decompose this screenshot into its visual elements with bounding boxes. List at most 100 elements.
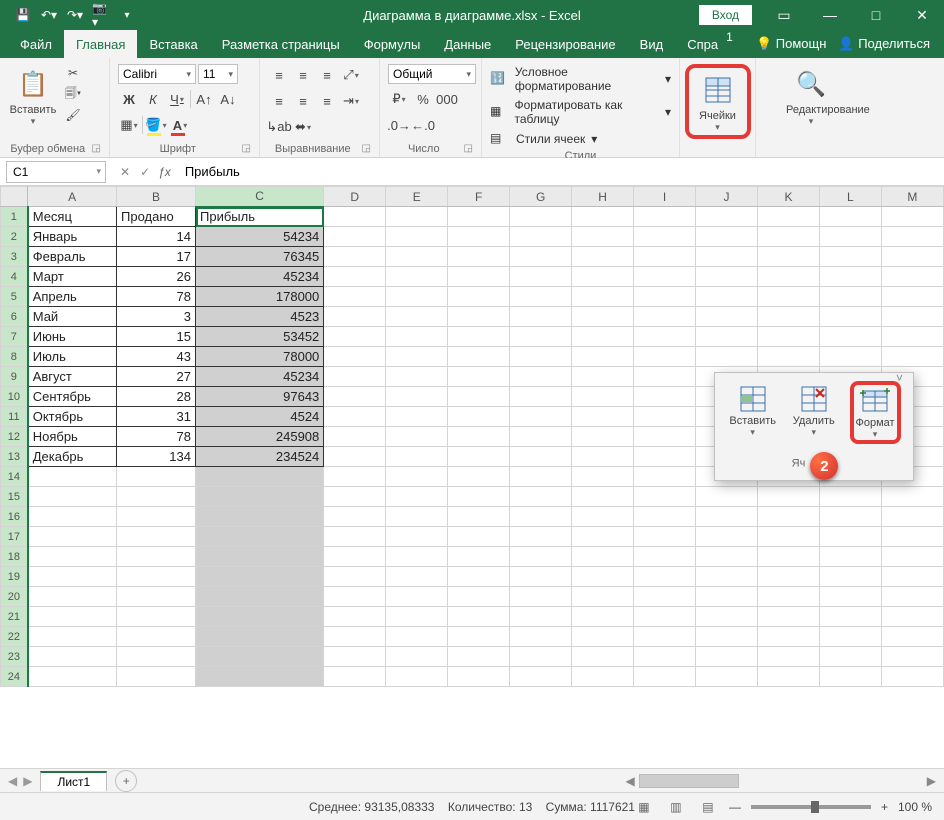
orientation-icon[interactable]: ⤢ — [340, 64, 362, 86]
align-center-icon[interactable]: ≡ — [292, 90, 314, 112]
cell[interactable] — [881, 567, 943, 587]
add-sheet-button[interactable]: + — [115, 770, 137, 792]
cell[interactable] — [696, 607, 758, 627]
cell[interactable]: 245908 — [196, 427, 324, 447]
cell[interactable] — [324, 287, 386, 307]
cell[interactable] — [510, 367, 572, 387]
cell[interactable] — [324, 327, 386, 347]
row-header[interactable]: 9 — [1, 367, 28, 387]
cell[interactable] — [28, 527, 117, 547]
zoom-slider[interactable] — [751, 805, 871, 809]
insert-cells-button[interactable]: Вставить ▾ — [727, 381, 778, 444]
cell[interactable] — [510, 207, 572, 227]
cell[interactable] — [819, 207, 881, 227]
cell[interactable] — [386, 607, 448, 627]
cell[interactable] — [448, 487, 510, 507]
cell[interactable] — [634, 327, 696, 347]
cell[interactable]: 4523 — [196, 307, 324, 327]
align-middle-icon[interactable]: ≡ — [292, 64, 314, 86]
decrease-decimal-icon[interactable]: ←.0 — [412, 114, 434, 136]
zoom-out-button[interactable]: — — [729, 800, 741, 814]
cell[interactable] — [819, 327, 881, 347]
cell[interactable] — [28, 467, 117, 487]
cell[interactable] — [117, 507, 196, 527]
cell[interactable] — [696, 327, 758, 347]
cell[interactable] — [448, 527, 510, 547]
cell[interactable] — [881, 227, 943, 247]
cell[interactable] — [386, 347, 448, 367]
cell[interactable] — [386, 667, 448, 687]
cell[interactable] — [324, 527, 386, 547]
row-header[interactable]: 22 — [1, 627, 28, 647]
cell[interactable] — [386, 407, 448, 427]
cell[interactable] — [634, 367, 696, 387]
cell[interactable]: 27 — [117, 367, 196, 387]
cell[interactable] — [819, 287, 881, 307]
merge-icon[interactable]: ⬌ — [292, 116, 314, 138]
cell[interactable]: Прибыль — [196, 207, 324, 227]
cell[interactable] — [819, 247, 881, 267]
cell[interactable] — [324, 467, 386, 487]
sheet-nav-next-icon[interactable]: ▶ — [23, 774, 32, 788]
tab-insert[interactable]: Вставка — [137, 30, 209, 58]
cell[interactable] — [881, 607, 943, 627]
cell[interactable] — [881, 247, 943, 267]
row-header[interactable]: 21 — [1, 607, 28, 627]
row-header[interactable]: 5 — [1, 287, 28, 307]
cell[interactable] — [386, 487, 448, 507]
cell[interactable] — [510, 447, 572, 467]
cell[interactable] — [572, 487, 634, 507]
cell[interactable] — [881, 307, 943, 327]
cell[interactable] — [881, 487, 943, 507]
cell[interactable] — [634, 547, 696, 567]
cell[interactable] — [448, 207, 510, 227]
italic-button[interactable]: К — [142, 88, 164, 110]
cell[interactable] — [572, 547, 634, 567]
borders-icon[interactable]: ▦ — [118, 114, 140, 136]
row-header[interactable]: 24 — [1, 667, 28, 687]
cell[interactable] — [196, 527, 324, 547]
cell[interactable] — [448, 567, 510, 587]
column-header-C[interactable]: C — [196, 187, 324, 207]
cell[interactable] — [881, 267, 943, 287]
cell[interactable] — [634, 567, 696, 587]
cell[interactable] — [634, 387, 696, 407]
cell[interactable] — [386, 307, 448, 327]
cell[interactable] — [696, 527, 758, 547]
cell[interactable] — [757, 507, 819, 527]
cell[interactable]: 54234 — [196, 227, 324, 247]
cell[interactable]: 178000 — [196, 287, 324, 307]
cell[interactable] — [510, 327, 572, 347]
increase-font-icon[interactable]: A↑ — [193, 88, 215, 110]
align-right-icon[interactable]: ≡ — [316, 90, 338, 112]
cell[interactable] — [196, 627, 324, 647]
cell[interactable] — [386, 247, 448, 267]
row-header[interactable]: 10 — [1, 387, 28, 407]
cell[interactable] — [881, 587, 943, 607]
cell[interactable] — [448, 467, 510, 487]
cell[interactable] — [324, 207, 386, 227]
cell[interactable] — [572, 647, 634, 667]
cell[interactable] — [324, 307, 386, 327]
cell[interactable] — [324, 367, 386, 387]
cell[interactable] — [819, 307, 881, 327]
row-header[interactable]: 4 — [1, 267, 28, 287]
cell[interactable] — [757, 267, 819, 287]
cell[interactable] — [196, 547, 324, 567]
cell[interactable] — [510, 507, 572, 527]
cell[interactable] — [117, 607, 196, 627]
cell[interactable] — [324, 647, 386, 667]
align-bottom-icon[interactable]: ≡ — [316, 64, 338, 86]
cell[interactable] — [324, 507, 386, 527]
cell[interactable] — [819, 607, 881, 627]
cell[interactable] — [510, 407, 572, 427]
cell[interactable] — [448, 247, 510, 267]
hscroll-right-icon[interactable]: ▶ — [927, 774, 936, 788]
cells-dropdown-button[interactable]: Ячейки ▾ — [693, 70, 743, 133]
name-box[interactable]: C1 — [6, 161, 106, 183]
cell[interactable] — [28, 507, 117, 527]
hscroll-left-icon[interactable]: ◀ — [626, 774, 635, 788]
cell[interactable]: 3 — [117, 307, 196, 327]
cell[interactable] — [819, 487, 881, 507]
maximize-button[interactable]: □ — [854, 0, 898, 30]
